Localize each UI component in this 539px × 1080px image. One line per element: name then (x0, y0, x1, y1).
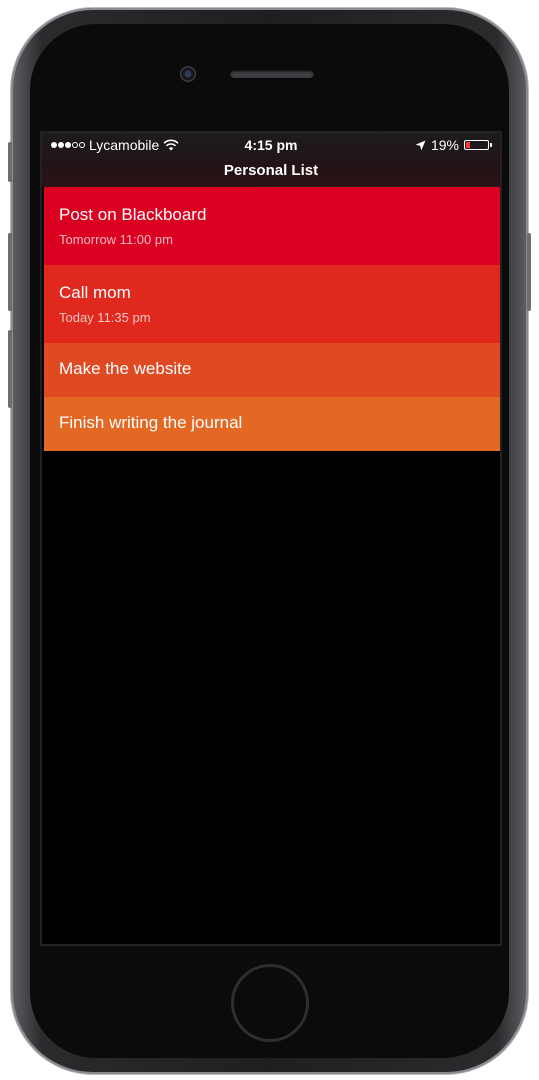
task-title: Post on Blackboard (59, 205, 207, 224)
screen: Lycamobile 4:15 pm 19% Personal List Pos… (42, 133, 500, 944)
power-button (527, 233, 531, 311)
volume-up-button (8, 233, 12, 311)
task-list: Post on Blackboard Tomorrow 11:00 pm Cal… (44, 187, 500, 451)
task-title: Finish writing the journal (59, 413, 243, 432)
right-status: 19% (415, 137, 492, 153)
list-item[interactable]: Call mom Today 11:35 pm (44, 265, 500, 343)
battery-icon (464, 140, 489, 150)
task-due-date: Tomorrow 11:00 pm (59, 232, 173, 247)
mute-switch (8, 142, 12, 182)
location-arrow-icon (415, 140, 426, 150)
page-title: Personal List (223, 162, 319, 179)
battery-level (466, 142, 470, 148)
earpiece-speaker (230, 70, 314, 78)
status-bar: Lycamobile 4:15 pm 19% (42, 133, 500, 157)
task-title: Make the website (59, 359, 192, 378)
battery-tip (490, 143, 492, 147)
battery-percent: 19% (430, 137, 459, 153)
list-item[interactable]: Finish writing the journal (44, 397, 500, 451)
front-camera (180, 66, 196, 82)
list-item[interactable]: Post on Blackboard Tomorrow 11:00 pm (44, 187, 500, 265)
top-bar: Lycamobile 4:15 pm 19% Personal List (42, 133, 500, 187)
volume-down-button (8, 330, 12, 408)
home-button[interactable] (231, 964, 309, 1042)
list-item[interactable]: Make the website (44, 343, 500, 397)
task-title: Call mom (59, 283, 131, 302)
task-due-date: Today 11:35 pm (59, 310, 151, 325)
